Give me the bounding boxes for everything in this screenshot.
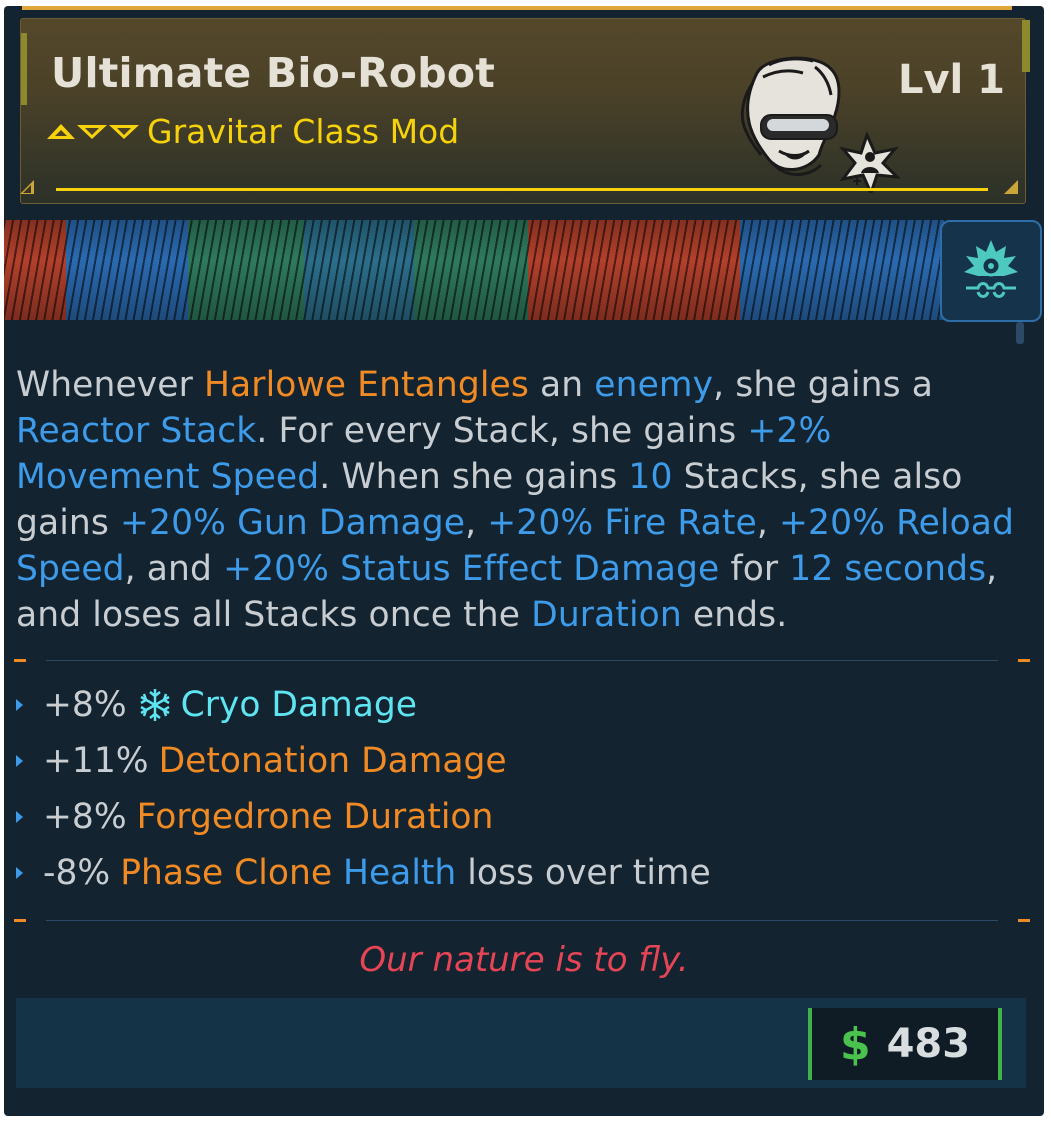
description-run: +20% Gun Damage — [120, 503, 466, 543]
description-run: 10 — [628, 457, 673, 497]
gravitar-portrait-icon — [740, 56, 902, 193]
stat-label: Cryo Damage — [180, 685, 417, 725]
stat-value: +11% — [43, 741, 149, 781]
stat-row-phase-clone: -8% Phase Clone Health loss over time — [16, 850, 711, 896]
manufacturer-stripe-shade — [4, 220, 944, 320]
item-description: Whenever Harlowe Entangles an enemy, she… — [16, 362, 1016, 638]
section-divider-top — [14, 656, 1030, 666]
description-run: Duration — [531, 595, 682, 635]
item-name: Ultimate Bio-Robot — [51, 49, 496, 97]
description-run: . For every Stack, she gains — [256, 411, 748, 451]
stat-value: +8% — [43, 797, 127, 837]
header-right-accent — [1022, 20, 1030, 72]
bullet-arrow-icon — [16, 811, 23, 823]
description-run: +20% Fire Rate — [487, 503, 757, 543]
price-box: $ 483 — [808, 1008, 1002, 1080]
bullet-arrow-icon — [16, 867, 23, 879]
description-run: for — [719, 549, 790, 589]
description-run: ends. — [681, 595, 788, 635]
snowflake-icon — [137, 687, 173, 723]
stat-label: Forgedrone Duration — [136, 797, 494, 837]
header-rarity-line — [56, 188, 988, 191]
stat-value: -8% — [43, 853, 111, 893]
item-type-row: Gravitar Class Mod — [47, 111, 459, 151]
description-run: Reactor Stack — [16, 411, 257, 451]
item-price: 483 — [886, 1021, 971, 1067]
currency-icon: $ — [839, 1018, 871, 1070]
stat-label-health: Health — [343, 853, 457, 893]
bullet-arrow-icon — [16, 699, 23, 711]
description-run: an — [528, 365, 595, 405]
rarity-chevrons-icon — [47, 124, 139, 139]
stat-row-detonation: +11% Detonation Damage — [16, 738, 507, 784]
header-corner-right — [1004, 180, 1018, 194]
card-top-accent — [22, 6, 1012, 10]
header-left-accent — [21, 33, 27, 105]
item-footer: $ 483 — [16, 998, 1026, 1088]
description-run: enemy — [594, 365, 714, 405]
header-corner-left-inner — [23, 185, 31, 193]
stat-label: Detonation Damage — [158, 741, 507, 781]
stat-row-cryo: +8% Cryo Damage — [16, 682, 417, 728]
flavor-text: Our nature is to fly. — [359, 940, 689, 980]
stat-row-forgedrone: +8% Forgedrone Duration — [16, 794, 493, 840]
item-card: Ultimate Bio-Robot Gravitar Class Mod Lv… — [4, 6, 1044, 1116]
bullet-arrow-icon — [16, 755, 23, 767]
description-run: Harlowe Entangles — [204, 365, 529, 405]
description-run: +20% Status Effect Damage — [223, 549, 720, 589]
description-run: , — [465, 503, 488, 543]
stat-label-phase-clone: Phase Clone — [120, 853, 333, 893]
manufacturer-logo-icon — [964, 240, 1018, 298]
item-header: Ultimate Bio-Robot Gravitar Class Mod Lv… — [20, 18, 1026, 204]
description-run: , and — [124, 549, 224, 589]
description-run: , she gains a — [713, 365, 933, 405]
description-run: 12 seconds — [789, 549, 987, 589]
stat-label-suffix: loss over time — [467, 853, 711, 893]
stat-value: +8% — [43, 685, 127, 725]
item-level: Lvl 1 — [897, 57, 1005, 103]
manufacturer-badge — [940, 220, 1042, 322]
description-run: . When she gains — [319, 457, 629, 497]
item-type: Gravitar Class Mod — [147, 111, 460, 151]
description-run: , — [756, 503, 780, 543]
scrollbar-thumb[interactable] — [1016, 322, 1024, 344]
section-divider-bottom — [14, 916, 1030, 926]
description-run: Whenever — [16, 365, 204, 405]
